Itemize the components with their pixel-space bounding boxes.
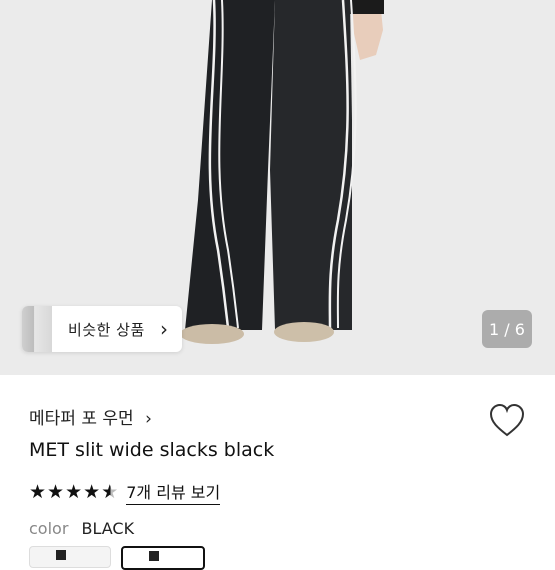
similar-product-thumbnail bbox=[22, 306, 52, 352]
star-icon: ★ bbox=[47, 480, 65, 503]
rating-stars: ★ ★ ★ ★ ★ bbox=[29, 480, 119, 503]
swatch-thumbnail bbox=[56, 550, 66, 560]
color-label: color bbox=[29, 519, 69, 538]
similar-products-label: 비슷한 상품 bbox=[68, 320, 145, 339]
swatch-thumbnail bbox=[149, 551, 159, 561]
color-row: color BLACK bbox=[29, 519, 134, 538]
similar-products-button[interactable]: 비슷한 상품 › bbox=[22, 306, 182, 352]
heart-outline-icon[interactable] bbox=[488, 402, 526, 440]
product-image-gallery[interactable]: 비슷한 상품 › 1 / 6 bbox=[0, 0, 555, 375]
chevron-right-icon: › bbox=[160, 317, 168, 341]
chevron-right-icon: › bbox=[145, 409, 152, 429]
color-value: BLACK bbox=[81, 519, 135, 538]
store-link[interactable]: 메타퍼 포 우먼 › bbox=[29, 404, 152, 429]
star-icon: ★ bbox=[65, 480, 83, 503]
review-link[interactable]: 7개 리뷰 보기 bbox=[126, 479, 221, 505]
star-half-icon: ★ bbox=[101, 480, 119, 503]
star-icon: ★ bbox=[83, 480, 101, 503]
rating-row: ★ ★ ★ ★ ★ 7개 리뷰 보기 bbox=[29, 479, 221, 505]
color-swatch-option-selected[interactable] bbox=[121, 546, 205, 570]
star-icon: ★ bbox=[29, 480, 47, 503]
store-name: 메타퍼 포 우먼 bbox=[29, 409, 134, 429]
product-title: MET slit wide slacks black bbox=[29, 439, 275, 461]
image-page-indicator: 1 / 6 bbox=[482, 310, 532, 348]
color-swatch-option[interactable] bbox=[29, 546, 111, 568]
